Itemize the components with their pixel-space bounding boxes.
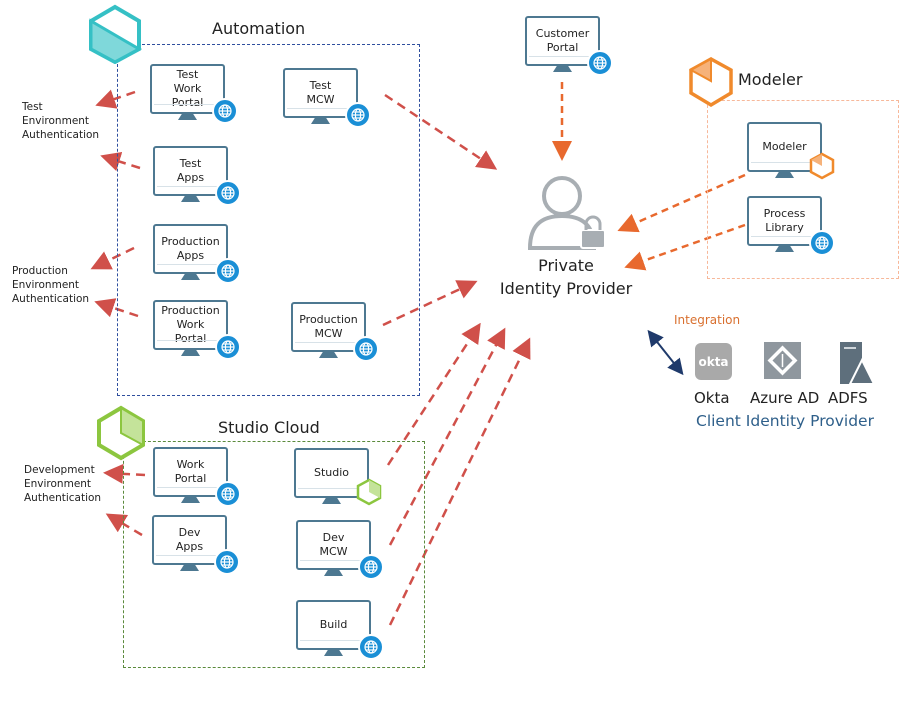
azure-ad-label: Azure AD <box>750 389 820 407</box>
monitor-production-mcw[interactable]: Production MCW <box>291 302 379 364</box>
globe-icon <box>212 98 238 124</box>
monitor-work-portal[interactable]: Work Portal <box>153 447 241 509</box>
monitor-test-apps[interactable]: Test Apps <box>153 146 241 208</box>
modeler-title: Modeler <box>738 70 803 89</box>
monitor-studio[interactable]: Studio <box>294 448 382 510</box>
monitor-stand <box>311 118 330 124</box>
monitor-stand <box>178 114 197 120</box>
monitor-modeler[interactable]: Modeler <box>747 122 835 184</box>
globe-icon <box>353 336 379 362</box>
globe-icon <box>345 102 371 128</box>
monitor-process-library[interactable]: Process Library <box>747 196 835 258</box>
monitor-stand <box>553 66 572 72</box>
monitor-dev-mcw[interactable]: Dev MCW <box>296 520 384 582</box>
monitor-stand <box>324 650 343 656</box>
monitor-dev-apps[interactable]: Dev Apps <box>152 515 240 577</box>
client-identity-provider-title: Client Identity Provider <box>696 412 874 430</box>
okta-logo: okta <box>695 343 732 380</box>
globe-icon <box>215 180 241 206</box>
globe-icon <box>358 554 384 580</box>
globe-icon <box>215 258 241 284</box>
automation-title: Automation <box>212 19 306 38</box>
okta-label: Okta <box>694 389 730 407</box>
monitor-stand <box>181 274 200 280</box>
monitor-stand <box>181 350 200 356</box>
adfs-label: ADFS <box>828 389 868 407</box>
monitor-test-mcw[interactable]: Test MCW <box>283 68 371 130</box>
globe-icon <box>358 634 384 660</box>
monitor-stand <box>180 565 199 571</box>
monitor-stand <box>324 570 343 576</box>
integration-arrow <box>647 329 684 376</box>
identity-architecture-diagram: Automation Modeler Studio Cloud Test Wor… <box>0 0 910 718</box>
test-auth-label: Test Environment Authentication <box>22 101 100 141</box>
monitor-stand <box>775 246 794 252</box>
integration-label: Integration <box>674 313 741 327</box>
private-identity-provider-label: Private Identity Provider <box>499 256 633 298</box>
modeler-hexagon-icon <box>688 57 733 108</box>
globe-icon <box>215 334 241 360</box>
production-auth-label: Production Environment Authentication <box>12 265 90 305</box>
studio-hexagon-icon <box>97 405 145 461</box>
studio-cloud-title: Studio Cloud <box>218 418 320 437</box>
globe-icon <box>215 481 241 507</box>
monitor-test-work-portal[interactable]: Test Work Portal <box>150 64 238 126</box>
monitor-stand <box>775 172 794 178</box>
monitor-build[interactable]: Build <box>296 600 384 662</box>
azure-ad-logo <box>764 342 801 379</box>
monitor-stand <box>181 497 200 503</box>
monitor-production-apps[interactable]: Production Apps <box>153 224 241 286</box>
monitor-stand <box>319 352 338 358</box>
monitor-customer-portal[interactable]: Customer Portal <box>525 16 613 78</box>
studio-hexagon-icon <box>356 478 382 510</box>
adfs-server-icon <box>840 342 876 384</box>
monitor-stand <box>322 498 341 504</box>
automation-hexagon-icon <box>89 4 142 64</box>
globe-icon <box>587 50 613 76</box>
monitor-production-work-portal[interactable]: Production Work Portal <box>153 300 241 362</box>
globe-icon <box>809 230 835 256</box>
globe-icon <box>214 549 240 575</box>
development-auth-label: Development Environment Authentication <box>24 464 102 504</box>
user-lock-icon <box>527 176 606 250</box>
modeler-hexagon-icon <box>809 152 835 184</box>
monitor-stand <box>181 196 200 202</box>
